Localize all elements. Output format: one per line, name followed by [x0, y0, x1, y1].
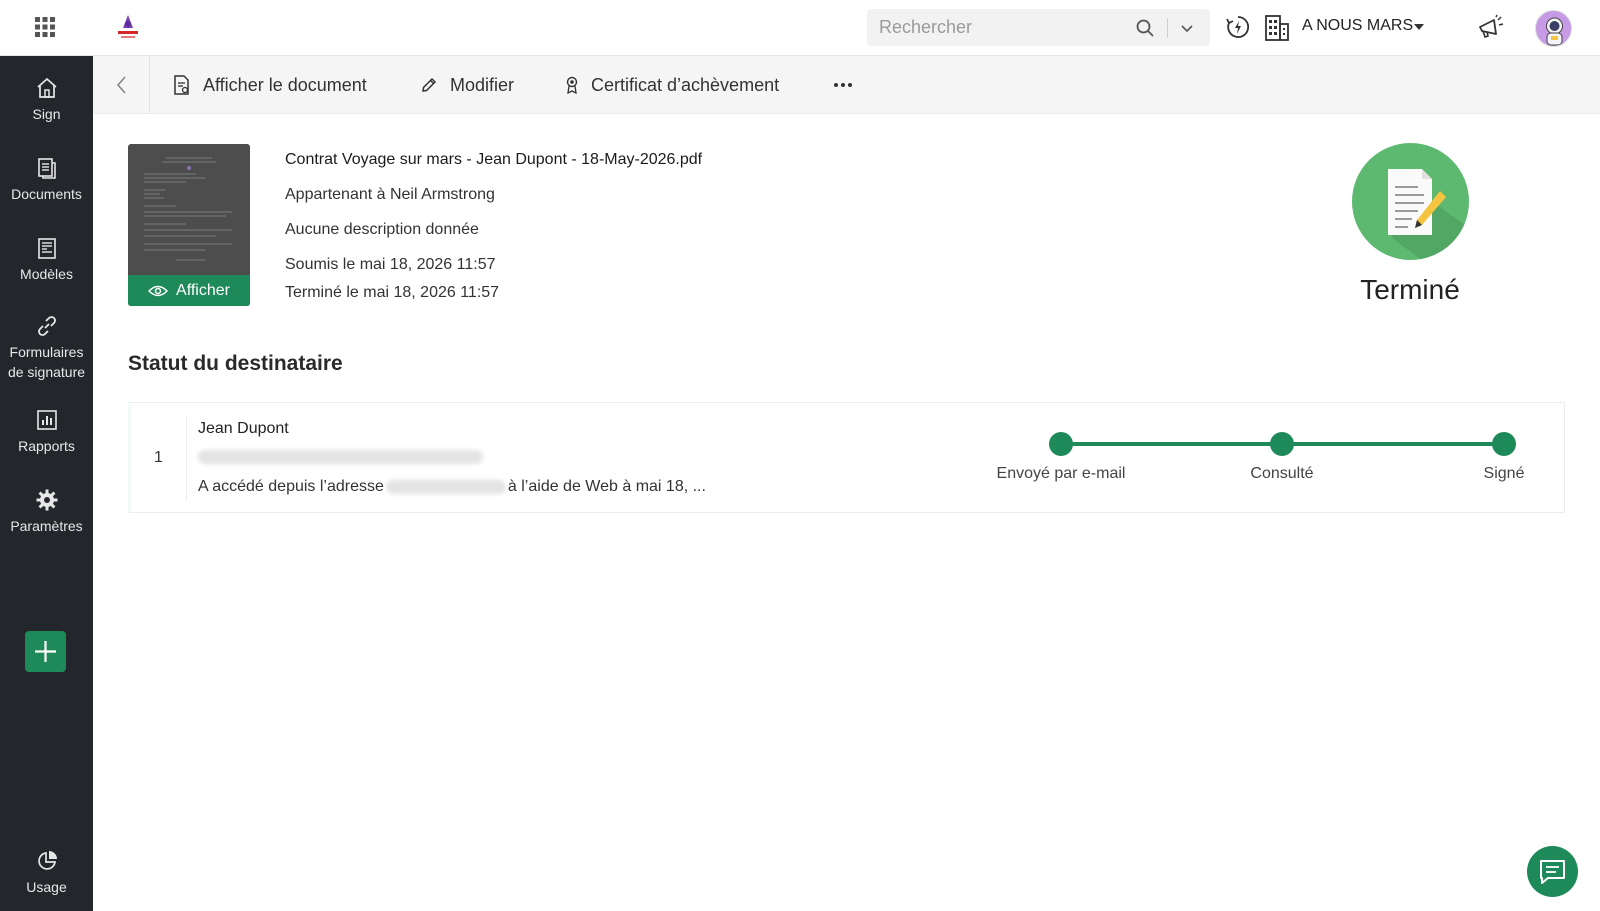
org-name[interactable]: A NOUS MARS	[1302, 17, 1413, 35]
document-status: Terminé	[1360, 274, 1460, 305]
document-thumbnail[interactable]: Afficher	[128, 144, 250, 306]
document-preview	[144, 157, 232, 261]
megaphone-icon[interactable]	[1476, 14, 1504, 42]
chevron-down-icon[interactable]	[1177, 18, 1197, 38]
recipient-index: 1	[154, 449, 163, 466]
sidebar-item-documents[interactable]: Documents	[0, 156, 93, 204]
reports-icon	[36, 410, 57, 430]
plus-icon	[35, 641, 56, 662]
back-button[interactable]	[93, 56, 150, 114]
sidebar-item-label: Rapports	[18, 438, 75, 454]
document-owner: Appartenant à Neil Armstrong	[285, 186, 495, 203]
sidebar-item-templates[interactable]: Modèles	[0, 236, 93, 284]
recipient-access-info: A accédé depuis l’adresse à l’aide de Web…	[198, 478, 706, 496]
chat-button[interactable]	[1527, 846, 1578, 897]
more-options-icon[interactable]	[831, 74, 855, 96]
completed-status-icon	[1352, 143, 1469, 260]
certificate-button[interactable]: Certificat d’achèvement	[565, 56, 779, 114]
recipient-name: Jean Dupont	[198, 420, 289, 437]
recipient-row[interactable]: 1 Jean Dupont A accédé depuis l’adresse à…	[128, 402, 1565, 513]
add-button[interactable]	[25, 631, 66, 672]
award-icon	[566, 76, 578, 94]
home-icon	[36, 77, 57, 98]
recipient-status-heading: Statut du destinataire	[128, 352, 343, 375]
app-grid-icon[interactable]	[34, 16, 56, 38]
templates-icon	[37, 238, 56, 259]
user-avatar[interactable]	[1535, 10, 1572, 47]
usage-icon	[37, 851, 57, 870]
astronaut-icon	[1546, 17, 1563, 46]
view-document-button[interactable]: Afficher le document	[173, 56, 367, 114]
sidebar-item-label: Modèles	[20, 266, 73, 282]
signed-document-icon	[1388, 169, 1469, 260]
pencil-icon	[422, 77, 437, 92]
timeline-step-signed	[1492, 432, 1516, 456]
search-icon[interactable]	[1135, 18, 1155, 38]
timeline-step-sent	[1049, 432, 1073, 456]
edit-button[interactable]: Modifier	[420, 56, 514, 114]
document-submitted-date: Soumis le mai 18, 2026 11:57	[285, 256, 496, 273]
document-completed-date: Terminé le mai 18, 2026 11:57	[285, 284, 500, 301]
sidebar-item-sign[interactable]: Sign	[0, 76, 93, 124]
certificate-label: Certificat d’achèvement	[591, 74, 780, 95]
building-icon	[1265, 15, 1289, 41]
sidebar-item-label: Documents	[11, 186, 82, 202]
access-prefix: A accédé depuis l’adresse	[198, 478, 384, 495]
sidebar-item-settings[interactable]: Paramètres	[0, 488, 93, 536]
divider	[186, 415, 187, 501]
search-box	[867, 9, 1210, 46]
chat-icon	[1540, 860, 1565, 884]
sidebar-item-label: Formulaires de signature	[7, 344, 86, 380]
sidebar-item-reports[interactable]: Rapports	[0, 408, 93, 456]
sidebar-item-signature-forms[interactable]: Formulaires de signature	[0, 314, 93, 382]
edit-label: Modifier	[450, 74, 515, 95]
sidebar-item-label: Sign	[32, 106, 61, 122]
link-icon	[37, 316, 56, 336]
timeline-label-signed: Signé	[1483, 465, 1525, 482]
ip-address-redacted	[385, 479, 506, 494]
eye-icon	[148, 285, 169, 296]
search-separator	[1167, 18, 1168, 38]
document-view-icon	[174, 75, 189, 95]
view-button-label: Afficher	[176, 281, 230, 299]
top-bar: A NOUS MARS	[0, 0, 1600, 56]
sidebar-item-usage[interactable]: Usage	[0, 849, 93, 897]
timeline-label-sent: Envoyé par e-mail	[996, 465, 1126, 482]
company-logo[interactable]	[114, 12, 142, 42]
timeline-label-viewed: Consulté	[1250, 465, 1314, 482]
gear-icon	[36, 489, 57, 511]
document-description: Aucune description donnée	[285, 221, 479, 238]
recipient-email-redacted	[198, 450, 483, 464]
sidebar-item-label: Paramètres	[10, 518, 83, 534]
sidebar: Sign Documents Modèles Formulaires de si…	[0, 56, 93, 911]
view-button[interactable]: Afficher	[128, 275, 250, 306]
documents-icon	[37, 158, 56, 179]
sidebar-item-label: Usage	[26, 879, 67, 895]
chevron-left-icon	[116, 76, 126, 94]
access-suffix: à l’aide de Web à mai 18, ...	[507, 478, 706, 495]
timeline-step-viewed	[1270, 432, 1294, 456]
document-title[interactable]: Contrat Voyage sur mars - Jean Dupont - …	[285, 151, 702, 169]
recipient-progress-timeline: Envoyé par e-mail Consulté Signé	[996, 423, 1524, 503]
activity-icon[interactable]	[1225, 14, 1251, 40]
view-document-label: Afficher le document	[203, 74, 367, 95]
document-toolbar: Afficher le document Modifier Certificat…	[93, 56, 1600, 114]
search-input[interactable]	[879, 9, 1129, 46]
caret-down-icon[interactable]	[1414, 24, 1424, 30]
